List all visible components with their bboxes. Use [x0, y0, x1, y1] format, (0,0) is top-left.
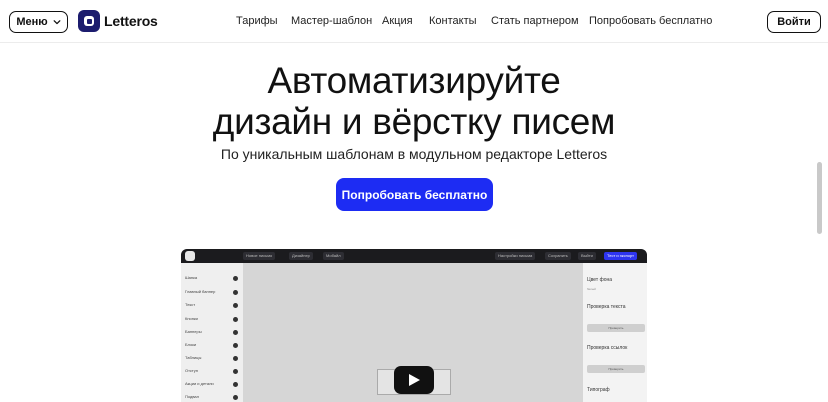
logo-text: Letteros [104, 13, 158, 29]
menu-button[interactable]: Меню [9, 11, 68, 33]
bg-color-label: Цвет фона [587, 277, 613, 283]
editor-sidebar-item: Акции и детали [185, 381, 214, 386]
editor-sidebar-dot-icon [233, 317, 238, 322]
editor-right-panel: Цвет фона белый Проверка текста Проверит… [583, 263, 647, 402]
play-icon[interactable] [394, 366, 434, 394]
hero-title-line-2: дизайн и вёрстку писем [212, 101, 616, 142]
bg-color-value: белый [587, 287, 596, 291]
check-links-label: Проверка ссылок [587, 345, 628, 351]
editor-sidebar-dot-icon [233, 330, 238, 335]
main-nav: Тарифы Мастер-шаблон Акция Контакты Стат… [236, 15, 712, 27]
editor-sidebar-dot-icon [233, 303, 238, 308]
check-text-label: Проверка текста [587, 304, 626, 310]
editor-chip-designer: Дизайнер [289, 252, 313, 260]
chevron-down-icon [53, 20, 61, 25]
editor-chip-save: Сохранить [545, 252, 571, 260]
logo[interactable]: Letteros [78, 10, 158, 32]
nav-link-promo[interactable]: Акция [382, 15, 429, 27]
editor-sidebar-dot-icon [233, 343, 238, 348]
hero-subtitle: По уникальным шаблонам в модульном редак… [220, 146, 608, 162]
editor-sidebar-item: Баннеры [185, 329, 202, 334]
letteros-logo-icon [78, 10, 100, 32]
editor-chip-test-export: Тест и экспорт [604, 252, 637, 260]
editor-sidebar-item: Отступ [185, 368, 198, 373]
hero-title-line-1: Автоматизируйте [267, 60, 561, 101]
nav-link-pricing[interactable]: Тарифы [236, 15, 291, 27]
editor-sidebar-item: Кнопки [185, 316, 198, 321]
editor-chip-letter-name: Новое письмо [243, 252, 276, 260]
editor-sidebar-dot-icon [233, 369, 238, 374]
editor-chip-exit: Выйти [578, 252, 596, 260]
landing-page: Меню Letteros Тарифы Мастер-шаблон Акция… [0, 0, 828, 402]
editor-sidebar-dot-icon [233, 395, 238, 400]
try-free-cta-button[interactable]: Попробовать бесплатно [336, 178, 493, 211]
editor-sidebar-item: Шапка [185, 275, 198, 280]
editor-sidebar-item: Текст [185, 302, 196, 307]
menu-label: Меню [16, 16, 48, 28]
page-scrollbar[interactable] [817, 162, 822, 234]
editor-topbar: Новое письмо Дизайнер Мобайл Настройки п… [181, 249, 647, 263]
top-navigation-bar: Меню Letteros Тарифы Мастер-шаблон Акция… [0, 0, 828, 42]
editor-chip-mobile: Мобайл [323, 252, 344, 260]
editor-sidebar-dot-icon [233, 382, 238, 387]
editor-sidebar-item: Подвал [185, 394, 199, 399]
editor-sidebar-dot-icon [233, 290, 238, 295]
product-video-preview[interactable]: Новое письмо Дизайнер Мобайл Настройки п… [181, 249, 647, 402]
check-text-button: Проверить [587, 324, 645, 332]
nav-link-try-free[interactable]: Попробовать бесплатно [589, 15, 712, 27]
check-links-button: Проверить [587, 365, 645, 373]
typograph-label: Типограф [587, 387, 610, 393]
header-divider [0, 42, 828, 43]
editor-chip-letter-settings: Настройки письма [495, 252, 536, 260]
login-button[interactable]: Войти [767, 11, 821, 33]
editor-sidebar-item: Таблицы [185, 355, 202, 360]
editor-sidebar-dot-icon [233, 276, 238, 281]
hero-title: Автоматизируйте дизайн и вёрстку писем [0, 60, 828, 142]
editor-sidebar: Шапка Главный баннер Текст Кнопки Баннер… [181, 263, 243, 402]
nav-link-become-partner[interactable]: Стать партнером [491, 15, 589, 27]
editor-logo-icon [185, 251, 195, 261]
editor-sidebar-item: Блоки [185, 342, 197, 347]
editor-sidebar-item: Главный баннер [185, 289, 216, 294]
nav-link-contacts[interactable]: Контакты [429, 15, 491, 27]
nav-link-master-template[interactable]: Мастер-шаблон [291, 15, 382, 27]
editor-sidebar-dot-icon [233, 356, 238, 361]
